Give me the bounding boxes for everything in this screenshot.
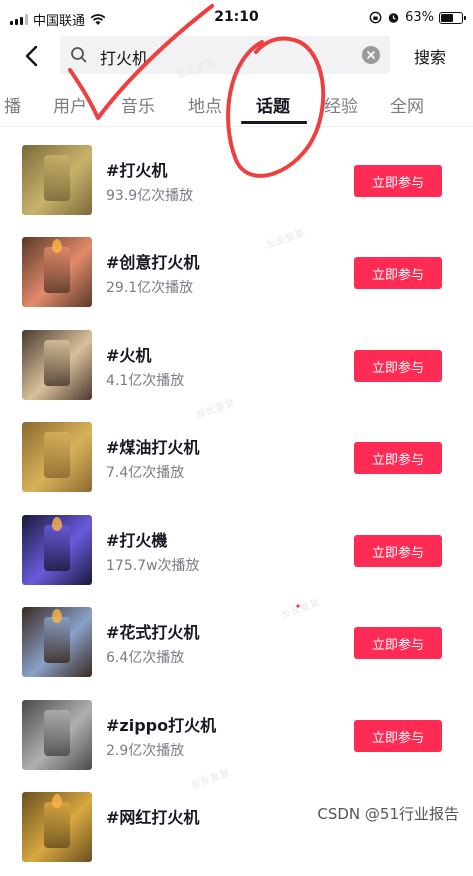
tab-places[interactable]: 地点 (188, 92, 222, 117)
search-query: 打火机 (100, 49, 149, 68)
topic-title: #网红打火机 (106, 808, 200, 827)
tab-experience[interactable]: 经验 (324, 92, 358, 117)
join-button[interactable]: 立即参与 (354, 535, 442, 567)
topic-title: #煤油打火机 (106, 438, 200, 457)
topic-plays: 29.1亿次播放 (106, 280, 194, 296)
topic-thumbnail (22, 422, 92, 492)
topic-title: #打火機 (106, 531, 168, 550)
topic-title: #创意打火机 (106, 253, 200, 272)
topic-title: #打火机 (106, 161, 168, 180)
list-item[interactable]: #创意打火机 29.1亿次播放 立即参与 (0, 229, 473, 321)
csdn-watermark: CSDN @51行业报告 (317, 805, 459, 823)
battery-icon (439, 11, 466, 24)
topic-plays: 175.7w次播放 (106, 558, 200, 574)
lock-rotation-icon (369, 11, 382, 24)
list-item[interactable]: #火机 4.1亿次播放 立即参与 (0, 322, 473, 414)
status-right: 63% (369, 10, 466, 25)
topic-title: #火机 (106, 346, 152, 365)
battery-percent: 63% (405, 10, 434, 25)
topic-title: #zippo打火机 (106, 716, 217, 735)
topic-thumbnail (22, 237, 92, 307)
topic-plays: 2.9亿次播放 (106, 743, 185, 759)
topic-thumbnail (22, 792, 92, 862)
topic-title: #花式打火机 (106, 623, 200, 642)
join-button[interactable]: 立即参与 (354, 350, 442, 382)
topic-plays: 6.4亿次播放 (106, 650, 185, 666)
topic-plays: 7.4亿次播放 (106, 465, 185, 481)
tab-users[interactable]: 用户 (53, 92, 87, 117)
topic-plays: 4.1亿次播放 (106, 373, 185, 389)
topic-thumbnail (22, 700, 92, 770)
list-item[interactable]: #打火機 175.7w次播放 立即参与 (0, 507, 473, 599)
join-button[interactable]: 立即参与 (354, 627, 442, 659)
topic-thumbnail (22, 607, 92, 677)
list-item[interactable]: #花式打火机 6.4亿次播放 立即参与 (0, 599, 473, 691)
list-item[interactable]: #煤油打火机 7.4亿次播放 立即参与 (0, 414, 473, 506)
tab-web[interactable]: 全网 (390, 92, 424, 117)
list-item[interactable]: #打火机 93.9亿次播放 立即参与 (0, 137, 473, 229)
active-tab-indicator (241, 121, 307, 124)
join-button[interactable]: 立即参与 (354, 442, 442, 474)
tab-music[interactable]: 音乐 (121, 92, 155, 117)
search-icon (71, 47, 87, 63)
join-button[interactable]: 立即参与 (354, 257, 442, 289)
category-tabs: 播 用户 音乐 地点 话题 经验 全网 (0, 84, 473, 127)
search-input[interactable]: 打火机 (60, 36, 390, 74)
back-arrow-icon[interactable] (20, 43, 46, 69)
join-button[interactable]: 立即参与 (354, 165, 442, 197)
tab-partial[interactable]: 播 (4, 92, 21, 117)
topic-thumbnail (22, 145, 92, 215)
clear-icon[interactable] (362, 46, 380, 64)
list-item[interactable]: #zippo打火机 2.9亿次播放 立即参与 (0, 692, 473, 784)
alarm-icon (388, 13, 399, 23)
search-header: 打火机 搜索 (0, 36, 473, 76)
search-button[interactable]: 搜索 (400, 44, 460, 68)
list-item[interactable]: #网红打火机 (0, 784, 473, 876)
status-bar: 中国联通 21:10 63% (0, 0, 473, 40)
topic-plays: 93.9亿次播放 (106, 188, 194, 204)
tab-topics[interactable]: 话题 (256, 92, 290, 117)
topic-thumbnail (22, 330, 92, 400)
topic-thumbnail (22, 515, 92, 585)
join-button[interactable]: 立即参与 (354, 720, 442, 752)
